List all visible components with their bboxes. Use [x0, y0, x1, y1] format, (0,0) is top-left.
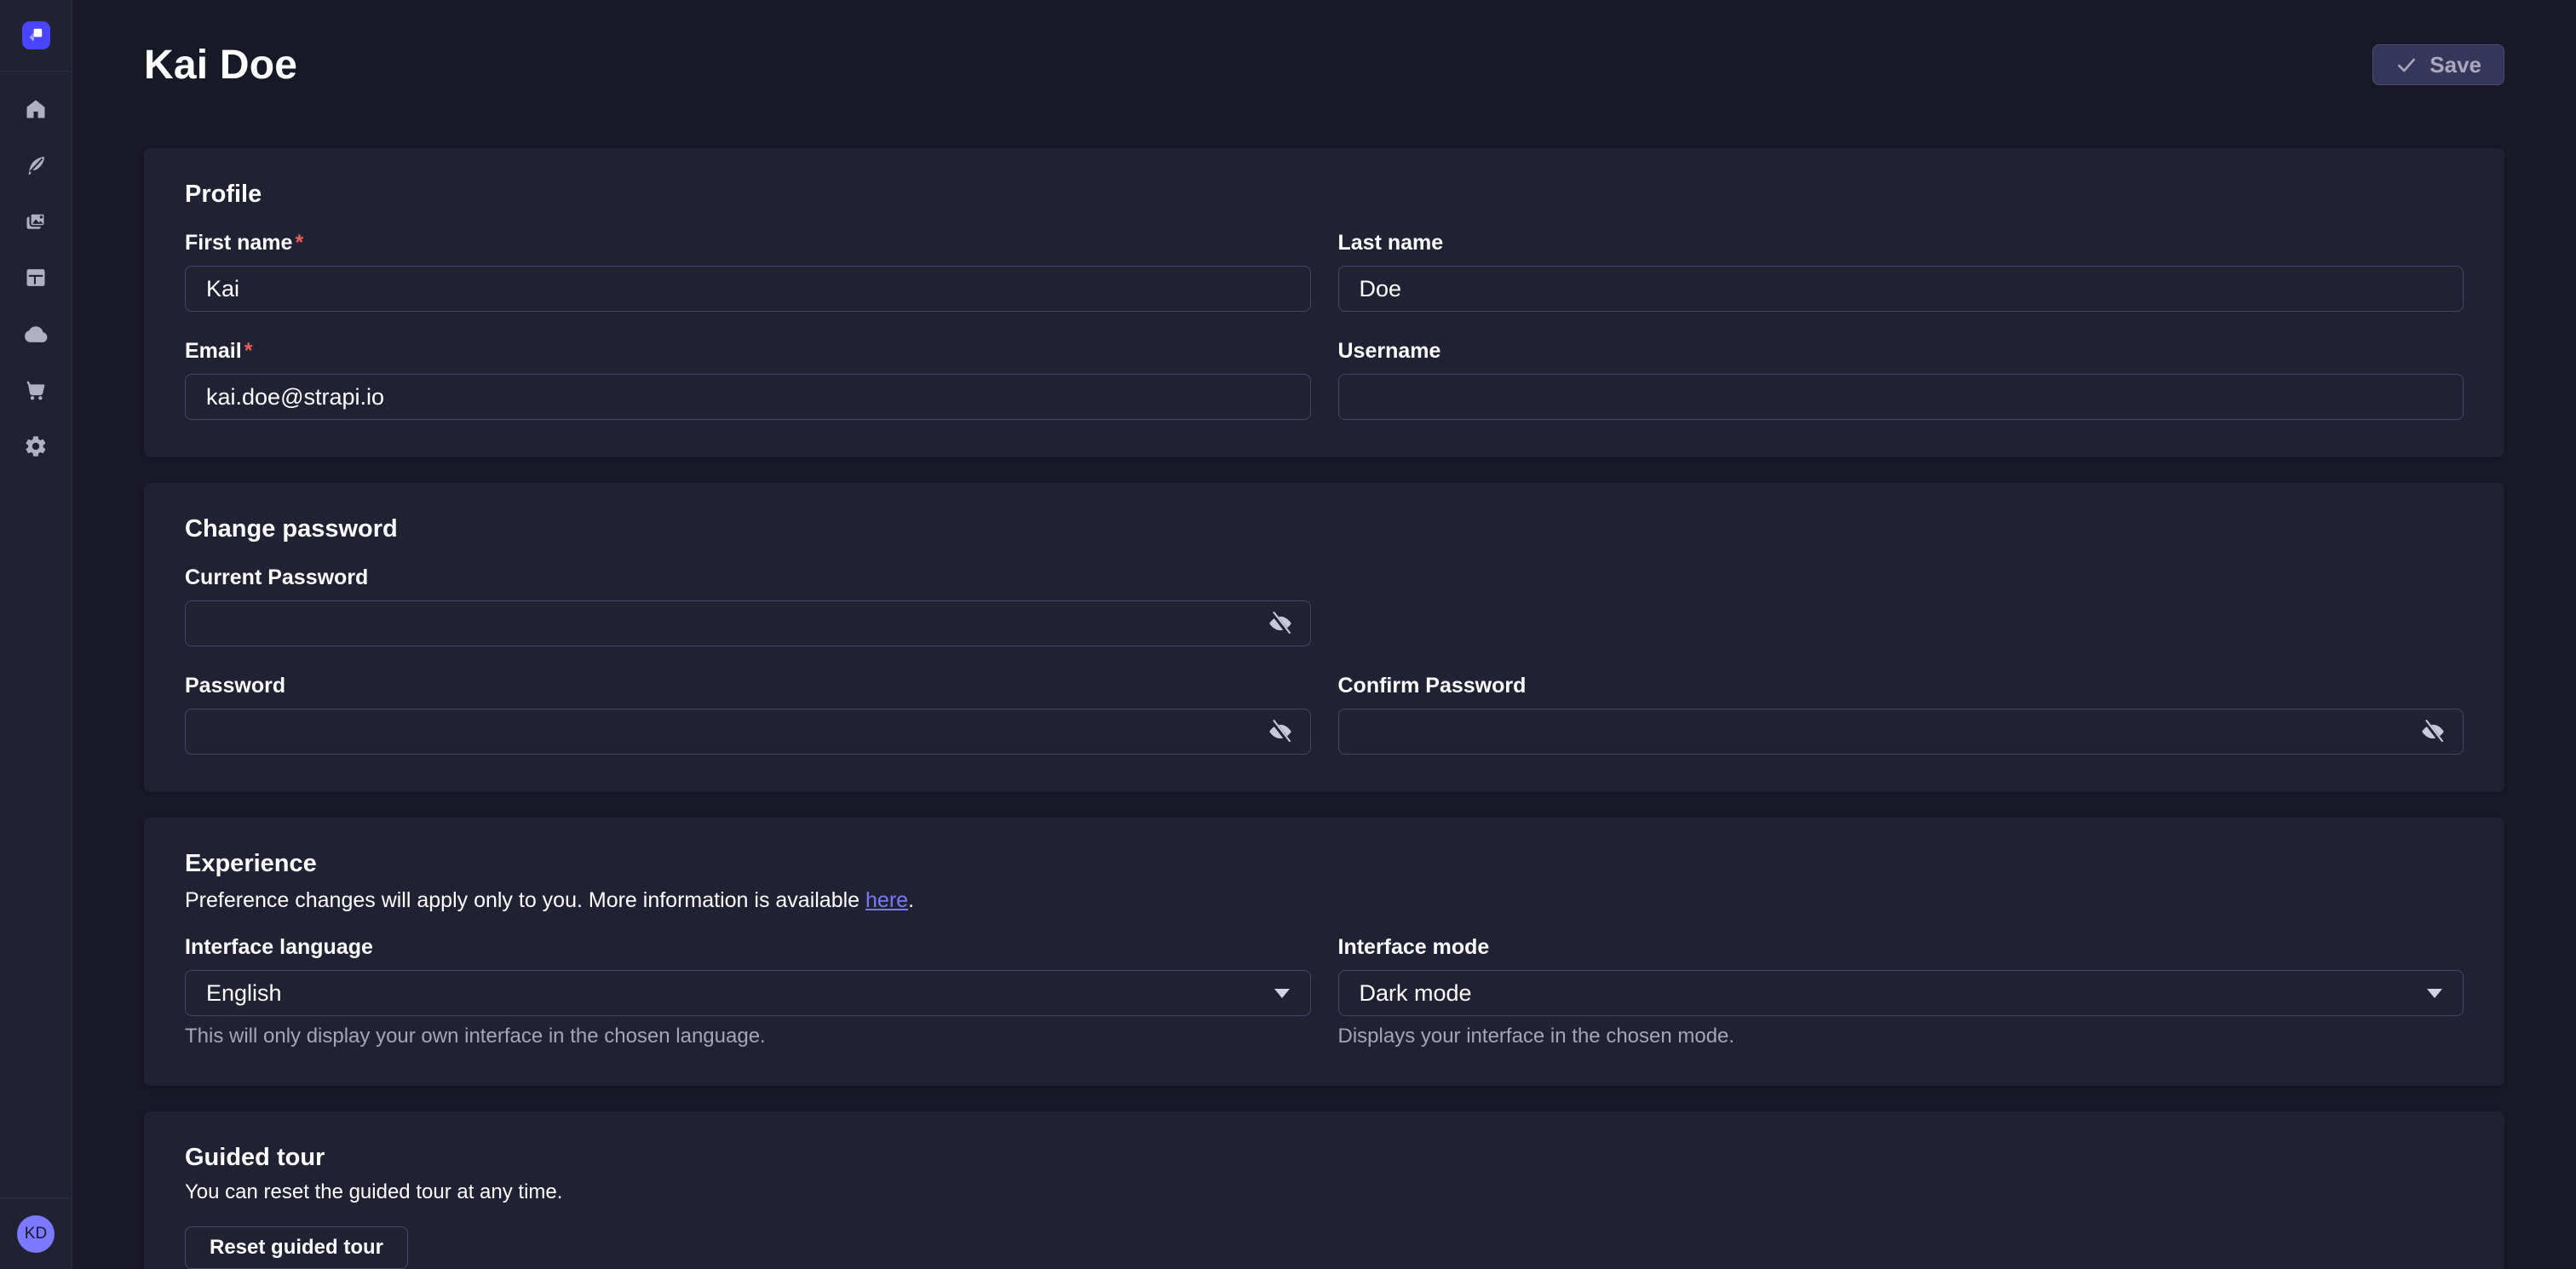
- interface-mode-label: Interface mode: [1338, 935, 2464, 960]
- check-icon: [2395, 54, 2418, 76]
- main-content: Kai Doe Save Profile First name* Last na…: [72, 41, 2576, 1269]
- guided-tour-section: Guided tour You can reset the guided tou…: [144, 1111, 2504, 1269]
- last-name-label: Last name: [1338, 231, 2464, 256]
- page-title: Kai Doe: [144, 42, 297, 89]
- first-name-label: First name*: [185, 231, 1311, 256]
- confirm-password-label: Confirm Password: [1338, 674, 2464, 698]
- profile-section: Profile First name* Last name Email*: [144, 148, 2504, 457]
- content: Profile First name* Last name Email*: [144, 148, 2504, 1269]
- sidebar-item-settings[interactable]: [24, 434, 48, 458]
- home-icon: [24, 97, 48, 121]
- profile-section-title: Profile: [185, 181, 2464, 209]
- eye-off-icon: [2420, 719, 2446, 744]
- experience-field-grid: Interface language English This will onl…: [185, 935, 2464, 1048]
- gear-icon: [24, 434, 48, 458]
- new-password-field: Password: [185, 674, 1311, 755]
- required-asterisk: *: [295, 231, 303, 255]
- sidebar-item-content-manager[interactable]: [24, 153, 48, 177]
- experience-section: Experience Preference changes will apply…: [144, 818, 2504, 1086]
- layout-icon: [24, 266, 48, 290]
- username-label: Username: [1338, 339, 2464, 364]
- current-password-input[interactable]: [185, 600, 1311, 646]
- interface-language-hint: This will only display your own interfac…: [185, 1025, 1311, 1048]
- toggle-new-password-visibility-button[interactable]: [1265, 716, 1296, 747]
- save-button-label: Save: [2429, 52, 2481, 78]
- interface-language-label: Interface language: [185, 935, 1311, 960]
- sidebar-item-media-library[interactable]: [24, 210, 48, 233]
- cloud-icon: [24, 322, 48, 346]
- experience-description: Preference changes will apply only to yo…: [185, 888, 2464, 913]
- confirm-password-field: Confirm Password: [1338, 674, 2464, 755]
- reset-guided-tour-button[interactable]: Reset guided tour: [185, 1226, 408, 1269]
- sidebar-nav: [0, 72, 72, 1197]
- interface-mode-select[interactable]: Dark mode: [1338, 970, 2464, 1016]
- last-name-field: Last name: [1338, 231, 2464, 312]
- username-field: Username: [1338, 339, 2464, 420]
- first-name-field: First name*: [185, 231, 1311, 312]
- sidebar-item-content-type-builder[interactable]: [24, 266, 48, 290]
- interface-language-field: Interface language English This will onl…: [185, 935, 1311, 1048]
- save-button[interactable]: Save: [2372, 44, 2504, 85]
- user-avatar[interactable]: KD: [17, 1215, 55, 1253]
- guided-tour-section-title: Guided tour: [185, 1144, 2464, 1172]
- email-label: Email*: [185, 339, 1311, 364]
- sidebar-item-cloud[interactable]: [24, 322, 48, 346]
- strapi-logo[interactable]: [22, 21, 50, 49]
- experience-section-title: Experience: [185, 850, 2464, 878]
- new-password-label: Password: [185, 674, 1311, 698]
- interface-mode-value: Dark mode: [1360, 980, 1472, 1007]
- sidebar-bottom: KD: [0, 1197, 72, 1269]
- interface-language-select[interactable]: English: [185, 970, 1311, 1016]
- password-field-grid: Current Password Pass: [185, 566, 2464, 755]
- interface-mode-field: Interface mode Dark mode Displays your i…: [1338, 935, 2464, 1048]
- current-password-field: Current Password: [185, 566, 1311, 646]
- spacer-cell: [1338, 566, 2464, 646]
- first-name-input[interactable]: [185, 266, 1311, 312]
- page-header: Kai Doe Save: [144, 41, 2504, 89]
- eye-off-icon: [1268, 611, 1293, 636]
- avatar-initials: KD: [25, 1225, 47, 1243]
- email-field: Email*: [185, 339, 1311, 420]
- email-input[interactable]: [185, 374, 1311, 420]
- cart-icon: [24, 378, 48, 402]
- profile-field-grid: First name* Last name Email* Username: [185, 231, 2464, 420]
- images-icon: [24, 210, 48, 233]
- sidebar-item-marketplace[interactable]: [24, 378, 48, 402]
- required-asterisk: *: [244, 339, 253, 363]
- strapi-logo-icon: [26, 25, 47, 46]
- toggle-current-password-visibility-button[interactable]: [1265, 608, 1296, 639]
- last-name-input[interactable]: [1338, 266, 2464, 312]
- current-password-label: Current Password: [185, 566, 1311, 590]
- username-input[interactable]: [1338, 374, 2464, 420]
- guided-tour-description: You can reset the guided tour at any tim…: [185, 1180, 2464, 1204]
- interface-mode-hint: Displays your interface in the chosen mo…: [1338, 1025, 2464, 1048]
- sidebar: KD: [0, 0, 72, 1269]
- chevron-down-icon: [1274, 989, 1290, 998]
- eye-off-icon: [1268, 719, 1293, 744]
- logo-area: [0, 0, 72, 72]
- change-password-section-title: Change password: [185, 515, 2464, 543]
- confirm-password-input[interactable]: [1338, 709, 2464, 755]
- chevron-down-icon: [2427, 989, 2442, 998]
- toggle-confirm-password-visibility-button[interactable]: [2418, 716, 2448, 747]
- here-link[interactable]: here: [865, 888, 908, 912]
- interface-language-value: English: [206, 980, 282, 1007]
- sidebar-item-home[interactable]: [24, 97, 48, 121]
- new-password-input[interactable]: [185, 709, 1311, 755]
- feather-icon: [24, 153, 48, 177]
- change-password-section: Change password Current Password: [144, 483, 2504, 792]
